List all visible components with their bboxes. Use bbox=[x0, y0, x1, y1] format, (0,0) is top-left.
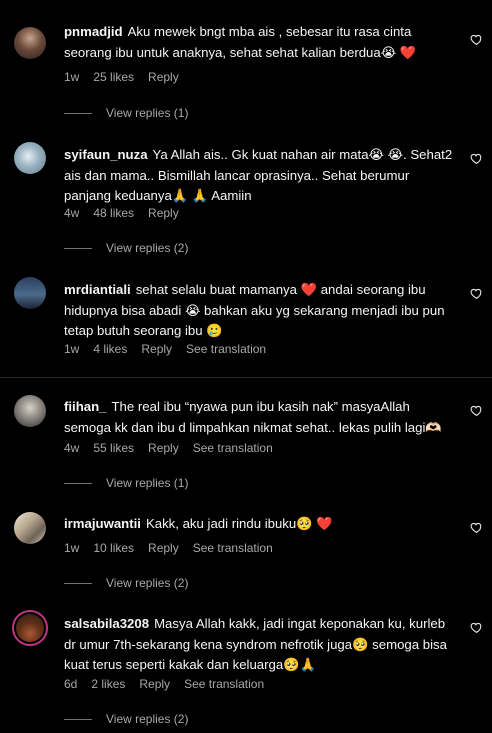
see-translation[interactable]: See translation bbox=[184, 677, 264, 691]
comment-username[interactable]: syifaun_nuza bbox=[64, 147, 148, 162]
reply-button[interactable]: Reply bbox=[148, 441, 179, 455]
heart-outline-icon[interactable] bbox=[470, 521, 483, 534]
comment-time: 1w bbox=[64, 541, 80, 555]
reply-button[interactable]: Reply bbox=[141, 342, 172, 356]
avatar[interactable] bbox=[14, 277, 46, 309]
comment-time: 4w bbox=[64, 206, 80, 220]
reply-button[interactable]: Reply bbox=[139, 677, 170, 691]
reply-button[interactable]: Reply bbox=[148, 206, 179, 220]
avatar[interactable] bbox=[14, 395, 46, 427]
avatar[interactable] bbox=[14, 512, 46, 544]
see-translation[interactable]: See translation bbox=[193, 541, 273, 555]
comment-likes[interactable]: 48 likes bbox=[93, 206, 134, 220]
view-replies[interactable]: View replies (1) bbox=[64, 476, 188, 490]
comment-text: Kakk, aku jadi rindu ibuku🥺 ❤️ bbox=[145, 516, 333, 531]
view-replies[interactable]: View replies (1) bbox=[64, 106, 188, 120]
comment-time: 6d bbox=[64, 677, 78, 691]
view-replies[interactable]: View replies (2) bbox=[64, 712, 188, 726]
reply-button[interactable]: Reply bbox=[148, 541, 179, 555]
heart-outline-icon[interactable] bbox=[470, 33, 483, 46]
see-translation[interactable]: See translation bbox=[193, 441, 273, 455]
avatar[interactable] bbox=[14, 27, 46, 59]
comment-likes[interactable]: 55 likes bbox=[93, 441, 134, 455]
see-translation[interactable]: See translation bbox=[186, 342, 266, 356]
comment-username[interactable]: salsabila3208 bbox=[64, 616, 149, 631]
comment-time: 1w bbox=[64, 342, 80, 356]
avatar[interactable] bbox=[14, 142, 46, 174]
comment-username[interactable]: irmajuwantii bbox=[64, 516, 141, 531]
comment-likes[interactable]: 10 likes bbox=[93, 541, 134, 555]
heart-outline-icon[interactable] bbox=[470, 621, 483, 634]
heart-outline-icon[interactable] bbox=[470, 152, 483, 165]
comment-likes[interactable]: 4 likes bbox=[93, 342, 127, 356]
heart-outline-icon[interactable] bbox=[470, 287, 483, 300]
comment-username[interactable]: fiihan_ bbox=[64, 399, 107, 414]
comment-time: 4w bbox=[64, 441, 80, 455]
view-replies[interactable]: View replies (2) bbox=[64, 241, 188, 255]
comment-likes[interactable]: 25 likes bbox=[93, 70, 134, 84]
comment-likes[interactable]: 2 likes bbox=[91, 677, 125, 691]
view-replies[interactable]: View replies (2) bbox=[64, 576, 188, 590]
comment-username[interactable]: pnmadjid bbox=[64, 24, 123, 39]
reply-button[interactable]: Reply bbox=[148, 70, 179, 84]
divider bbox=[0, 377, 492, 378]
heart-outline-icon[interactable] bbox=[470, 404, 483, 417]
avatar[interactable] bbox=[12, 610, 48, 646]
comment-time: 1w bbox=[64, 70, 80, 84]
comment-username[interactable]: mrdiantiali bbox=[64, 282, 131, 297]
comment-text: The real ibu “nyawa pun ibu kasih nak” m… bbox=[64, 399, 442, 435]
